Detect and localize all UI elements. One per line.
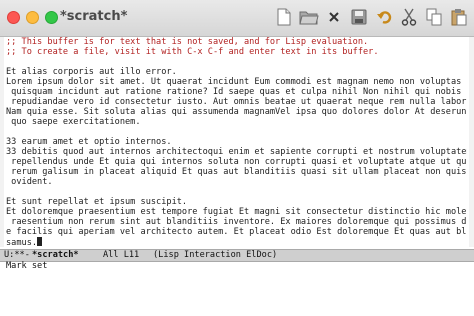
echo-area: Mark set (6, 261, 48, 271)
line-text: ovident. (6, 177, 53, 187)
undo-icon (377, 11, 392, 24)
line-text: Et alias corporis aut illo error. (6, 67, 177, 77)
text-line[interactable] (6, 127, 467, 137)
close-buffer-icon (329, 12, 339, 22)
zoom-window-button[interactable] (45, 11, 58, 24)
line-text: repellendus unde Et quia qui internos so… (6, 157, 467, 167)
modeline-position: All L11 (103, 250, 140, 260)
copy-button[interactable] (423, 5, 445, 29)
line-text: raesentium non rerum sint aut blanditiis… (6, 217, 467, 227)
comment-line[interactable]: ;; This buffer is for text that is not s… (6, 37, 467, 47)
line-text: 33 earum amet et optio internos. (6, 137, 172, 147)
line-text: repudiandae vero id consectetur iusto. A… (6, 97, 467, 107)
line-text: quisquam incidunt aut ratione ratione? I… (6, 87, 467, 97)
line-text: e facilis qui aperiam vel architecto aut… (6, 227, 467, 237)
text-line[interactable]: Nam quia esse. Sit soluta alias qui assu… (6, 107, 467, 117)
line-text: samus. (6, 238, 38, 247)
modeline-major-mode[interactable]: (Lisp Interaction ElDoc) (153, 250, 277, 261)
buffer-text[interactable]: ;; This buffer is for text that is not s… (6, 37, 467, 247)
window-title: *scratch* (60, 9, 128, 24)
close-buffer-button[interactable] (323, 5, 345, 29)
text-line[interactable]: 33 debitis quod aut internos architectoq… (6, 147, 467, 157)
new-file-icon (277, 8, 291, 26)
copy-icon (426, 8, 442, 26)
new-file-button[interactable] (273, 5, 295, 29)
line-text: Et sunt repellat et ipsum suscipit. (6, 197, 188, 207)
line-text: rerum galisum in placeat aliquid Et quas… (6, 167, 467, 177)
text-line[interactable]: e facilis qui aperiam vel architecto aut… (6, 227, 467, 237)
modeline-buffer-name[interactable]: *scratch* (32, 250, 79, 261)
line-text: ;; To create a file, visit it with C-x C… (6, 47, 379, 57)
left-fringe (0, 37, 4, 247)
line-text: Nam quia esse. Sit soluta alias qui assu… (6, 107, 467, 117)
text-line[interactable]: repudiandae vero id consectetur iusto. A… (6, 97, 467, 107)
text-line[interactable]: Lorem ipsum dolor sit amet. Ut quaerat i… (6, 77, 467, 87)
paste-button[interactable] (448, 5, 470, 29)
minimize-window-button[interactable] (26, 11, 39, 24)
toolbar (273, 5, 470, 29)
text-line[interactable]: Et alias corporis aut illo error. (6, 67, 467, 77)
text-line[interactable]: rerum galisum in placeat aliquid Et quas… (6, 167, 467, 177)
text-cursor (37, 237, 43, 246)
right-fringe (469, 37, 474, 247)
text-line[interactable]: quo saepe exercitationem. (6, 117, 467, 127)
close-window-button[interactable] (7, 11, 20, 24)
window-controls (7, 11, 58, 24)
paste-icon (451, 9, 467, 26)
save-icon (351, 9, 367, 25)
title-bar: *scratch* (0, 0, 474, 37)
line-text: Lorem ipsum dolor sit amet. Ut quaerat i… (6, 77, 467, 87)
undo-button[interactable] (373, 5, 395, 29)
text-line[interactable]: raesentium non rerum sint aut blanditiis… (6, 217, 467, 227)
line-text: Et doloremque praesentium est tempore fu… (6, 207, 467, 217)
text-line[interactable]: Et doloremque praesentium est tempore fu… (6, 207, 467, 217)
text-line[interactable] (6, 187, 467, 197)
modeline-status: U:**- (4, 250, 30, 260)
cut-button[interactable] (398, 5, 420, 29)
editor-pane[interactable]: ;; This buffer is for text that is not s… (0, 37, 474, 247)
text-line[interactable] (6, 57, 467, 67)
text-line[interactable]: 33 earum amet et optio internos. (6, 137, 467, 147)
cut-icon (401, 8, 417, 26)
open-folder-icon (299, 11, 319, 25)
text-line[interactable]: ovident. (6, 177, 467, 187)
text-line[interactable]: repellendus unde Et quia qui internos so… (6, 157, 467, 167)
save-button[interactable] (348, 5, 370, 29)
text-line[interactable]: Et sunt repellat et ipsum suscipit. (6, 197, 467, 207)
line-text: 33 debitis quod aut internos architectoq… (6, 147, 467, 157)
line-text: ;; This buffer is for text that is not s… (6, 37, 369, 47)
open-folder-button[interactable] (298, 5, 320, 29)
comment-line[interactable]: ;; To create a file, visit it with C-x C… (6, 47, 467, 57)
text-line[interactable]: quisquam incidunt aut ratione ratione? I… (6, 87, 467, 97)
emacs-window: *scratch* ;; This buffer is for text tha… (0, 0, 474, 271)
text-line[interactable]: samus. (6, 237, 467, 247)
line-text: quo saepe exercitationem. (6, 117, 141, 127)
